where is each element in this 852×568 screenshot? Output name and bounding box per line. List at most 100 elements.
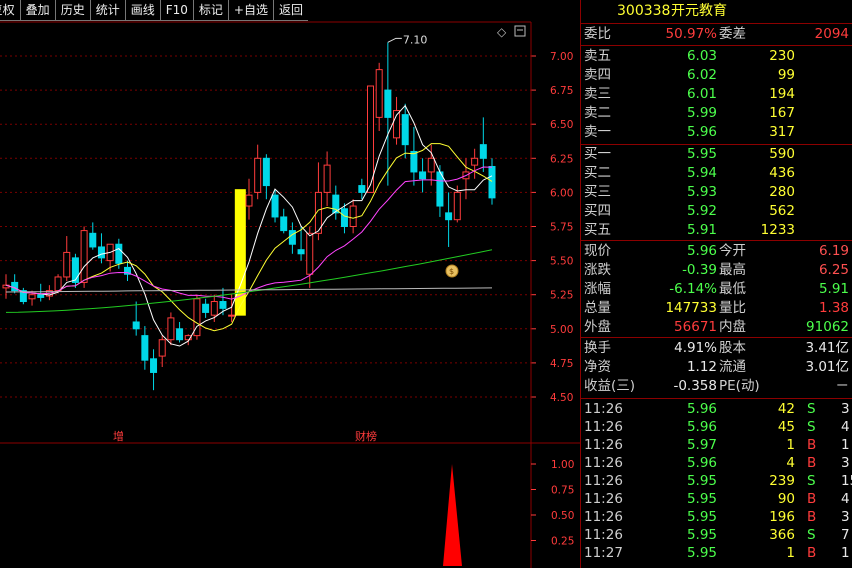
bid-label: 买二 — [584, 165, 611, 181]
tick-time: 11:26 — [584, 401, 623, 417]
tick-direction: B — [807, 491, 817, 507]
ask-price: 6.01 — [686, 86, 717, 102]
fundamental-label: 收益(三) — [584, 378, 636, 394]
candle-body-down — [445, 212, 453, 221]
bid-row: 买三 5.93 280 — [581, 183, 852, 202]
ask-price: 5.99 — [686, 105, 717, 121]
tick-volume: 196 — [769, 509, 795, 525]
bid-price: 5.94 — [686, 165, 717, 181]
stat-row: 涨跌 -0.39 最高 6.25 — [581, 261, 852, 280]
toolbar-button-1[interactable]: 叠加 — [19, 0, 55, 21]
toolbar-button-3[interactable]: 统计 — [89, 0, 125, 21]
stat-label: 涨跌 — [584, 262, 611, 278]
ask-price: 5.96 — [686, 124, 717, 140]
price-tick-label: 4.50 — [550, 392, 573, 404]
candle-body-up — [80, 230, 88, 283]
candle-body-down — [384, 89, 392, 118]
window-icon — [514, 25, 526, 37]
toolbar-button-8[interactable]: 返回 — [272, 0, 308, 21]
event-marker-zeng: 增 — [113, 429, 124, 443]
candle-body-up — [210, 301, 218, 316]
kline-chart[interactable]: 7.00 6.75 6.50 6.25 6.00 5.75 5.50 5.25 5.00 4.75… — [0, 0, 580, 568]
tick-price: 5.95 — [686, 491, 717, 507]
stat-value: 1.38 — [818, 300, 849, 316]
tick-price: 5.96 — [686, 419, 717, 435]
toolbar-button-2[interactable]: 历史 — [54, 0, 90, 21]
tick-price: 5.97 — [686, 437, 717, 453]
tick-row[interactable]: 11:26 5.97 1 B 1 — [581, 436, 852, 455]
weibi-row: 委比 50.97% 委差 2094 — [581, 25, 852, 44]
candle-body-down — [410, 150, 418, 173]
tick-price: 5.95 — [686, 509, 717, 525]
stat-value: 6.25 — [818, 262, 849, 278]
tick-direction: B — [807, 437, 817, 453]
chart-pane[interactable]: 7.00 6.75 6.50 6.25 6.00 5.75 5.50 5.25 5.00 4.75… — [0, 0, 580, 568]
candle-body-up — [167, 317, 175, 341]
candle-body-up — [427, 157, 435, 173]
price-tick-label: 4.75 — [550, 358, 573, 370]
toolbar-button-5[interactable]: F10 — [159, 0, 193, 21]
stat-row: 涨幅 -6.14% 最低 5.91 — [581, 280, 852, 299]
tick-time: 11:26 — [584, 419, 623, 435]
bid-row: 买一 5.95 590 — [581, 145, 852, 164]
tick-direction: B — [807, 509, 817, 525]
quote-panel: 300338 开元教育 委比 50.97% 委差 2094 卖五 6.03 230 卖… — [580, 0, 852, 568]
ask-price: 6.02 — [686, 67, 717, 83]
stat-label: 内盘 — [719, 319, 746, 335]
ask-row: 卖二 5.99 167 — [581, 104, 852, 123]
toolbar-button-4[interactable]: 画线 — [124, 0, 160, 21]
tick-row[interactable]: 11:26 5.95 366 S 7 — [581, 526, 852, 545]
bid-price: 5.93 — [686, 184, 717, 200]
ask-label: 卖一 — [584, 124, 611, 140]
tick-count: 3 — [841, 455, 850, 471]
tick-row[interactable]: 11:26 5.96 4 B 3 — [581, 454, 852, 473]
ask-label: 卖四 — [584, 67, 611, 83]
bid-volume: 590 — [769, 146, 795, 162]
candle-body-down — [176, 328, 184, 341]
bid-price: 5.95 — [686, 146, 717, 162]
tick-price: 5.95 — [686, 545, 717, 561]
candle-body-up — [323, 164, 331, 193]
price-tick-label: 5.00 — [550, 324, 573, 336]
tick-volume: 1 — [786, 545, 795, 561]
bid-price: 5.92 — [686, 203, 717, 219]
toolbar-button-6[interactable]: 标记 — [192, 0, 228, 21]
price-tick-label: 6.75 — [550, 85, 573, 97]
tick-row[interactable]: 11:26 5.95 90 B 4 — [581, 490, 852, 509]
tick-time: 11:26 — [584, 527, 623, 543]
tick-row[interactable]: 11:26 5.96 42 S 3 — [581, 400, 852, 419]
tick-volume: 45 — [777, 419, 795, 435]
ask-label: 卖五 — [584, 48, 611, 64]
bid-price: 5.91 — [686, 222, 717, 238]
candle-body-down — [297, 249, 305, 255]
tick-count: 1 — [841, 437, 850, 453]
candle-body-up — [63, 251, 71, 278]
stat-label: 现价 — [584, 243, 611, 259]
toolbar-button-7[interactable]: +自选 — [227, 0, 273, 21]
tick-row[interactable]: 11:27 5.95 1 B 1 — [581, 544, 852, 563]
tick-volume: 4 — [786, 455, 795, 471]
weibi-value: 50.97% — [665, 26, 717, 42]
fundamental-label: 流通 — [719, 359, 746, 375]
fundamental-label: 换手 — [584, 340, 611, 356]
price-tick-label: 5.25 — [550, 290, 573, 302]
fundamental-row: 收益(三) -0.358 PE(动) － — [581, 377, 852, 396]
tick-direction: S — [807, 527, 816, 543]
bid-row: 买四 5.92 562 — [581, 202, 852, 221]
price-tick-label: 5.75 — [550, 222, 573, 234]
fundamental-row: 换手 4.91% 股本 3.41亿 — [581, 339, 852, 358]
tick-row[interactable]: 11:26 5.95 196 B 3 — [581, 508, 852, 527]
toolbar-button-0[interactable]: 复权 — [0, 0, 20, 21]
tick-row[interactable]: 11:26 5.96 45 S 4 — [581, 418, 852, 437]
tick-direction: S — [807, 401, 816, 417]
candle-body-down — [219, 301, 227, 309]
stat-label: 今开 — [719, 243, 746, 259]
tick-count: 4 — [841, 419, 850, 435]
stat-label: 最高 — [719, 262, 746, 278]
candle-body-down — [262, 157, 270, 187]
weibi-label: 委比 — [584, 26, 611, 42]
candle-body-up — [254, 157, 262, 193]
tick-row[interactable]: 11:26 5.95 239 S 15 — [581, 472, 852, 491]
tick-count: 4 — [841, 491, 850, 507]
tick-direction: S — [807, 419, 816, 435]
